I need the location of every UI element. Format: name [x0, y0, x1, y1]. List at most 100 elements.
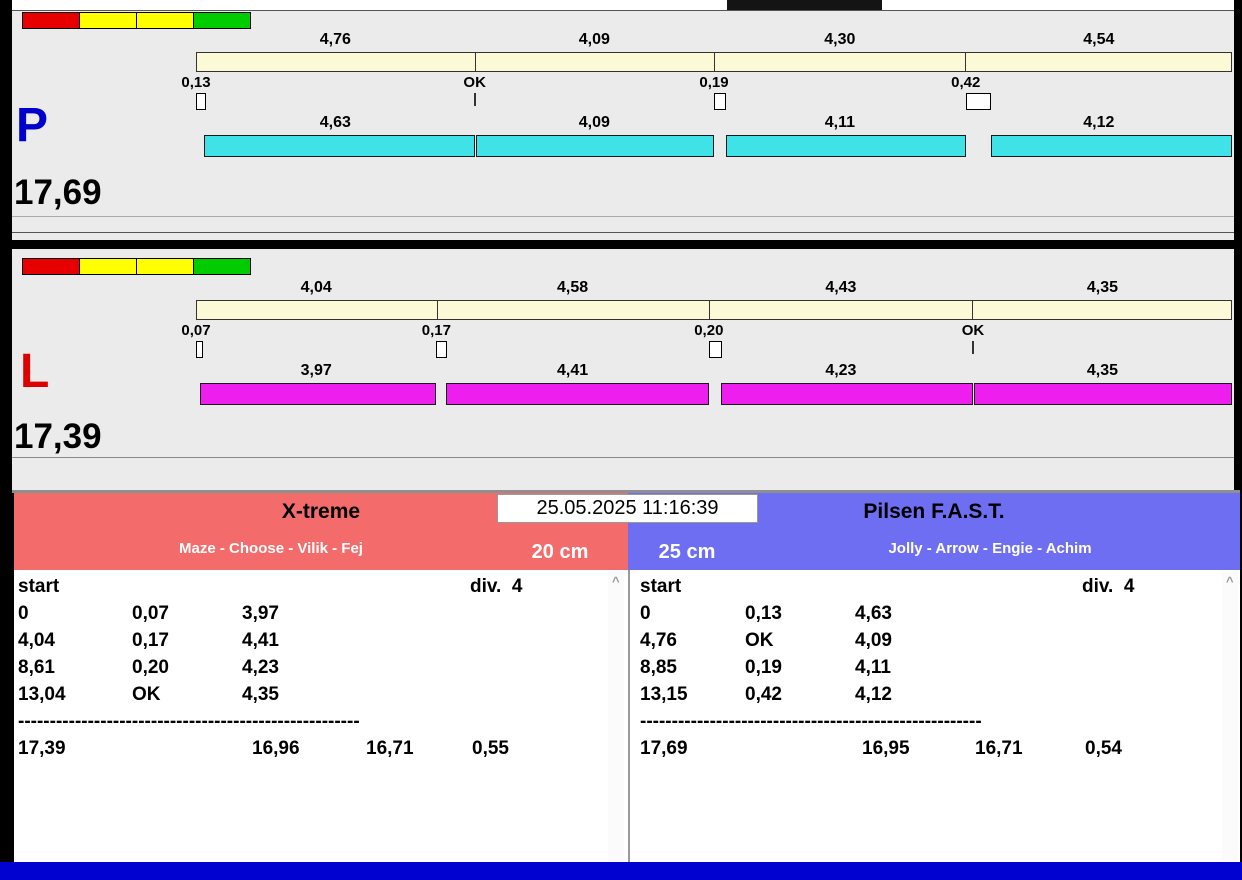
total-cell: 16,71 — [975, 738, 1023, 759]
total-cell: 17,69 — [640, 738, 688, 759]
datetime-display: 25.05.2025 11:16:39 — [497, 494, 758, 523]
div-label: div. 4 — [470, 576, 523, 597]
offset-label: OK — [463, 74, 486, 91]
run-bar-segment — [446, 383, 709, 405]
right-panel-scrollbar[interactable]: ^ — [1222, 571, 1238, 861]
start-label: start — [640, 576, 682, 597]
lane-bar-segment — [475, 53, 714, 71]
total-cell: 0,55 — [472, 738, 509, 759]
p-lane-values-row: 4,76 4,09 4,30 4,54 — [196, 31, 1232, 49]
lane-bar-segment — [972, 301, 1231, 319]
menu-bar-remnant — [12, 0, 1234, 10]
scroll-up-icon[interactable]: ^ — [1226, 574, 1234, 589]
result-cell: 3,97 — [242, 603, 279, 624]
total-cell: 17,39 — [18, 738, 66, 759]
run-value: 3,97 — [300, 362, 332, 379]
offset-label: 0,19 — [699, 74, 729, 91]
run-value: 4,63 — [319, 114, 351, 131]
status-indicator-yellow — [79, 258, 137, 275]
total-cell: 0,54 — [1085, 738, 1122, 759]
dashed-separator: ----------------------------------------… — [640, 711, 982, 732]
result-cell: 4,35 — [242, 684, 279, 705]
run-value: 4,23 — [825, 362, 857, 379]
run-value: 4,12 — [1083, 114, 1115, 131]
run-bar-segment — [720, 383, 973, 405]
p-lane-bar — [196, 52, 1232, 72]
left-panel-scrollbar[interactable]: ^ — [608, 571, 624, 861]
status-indicator-green — [193, 12, 251, 29]
lane-bar-segment — [965, 53, 1231, 71]
divider-line — [12, 216, 1234, 217]
offset-indicator-box — [196, 93, 206, 110]
result-cell: 0,13 — [745, 603, 782, 624]
result-cell: 0,17 — [132, 630, 169, 651]
offset-indicator-box — [436, 341, 448, 358]
l-run-values-row: 3,97 4,41 4,23 4,35 — [196, 362, 1232, 380]
offset-indicator-box — [196, 341, 203, 358]
lane-value: 4,30 — [824, 31, 856, 48]
offset-label: 0,17 — [421, 322, 451, 339]
status-indicator-red — [22, 12, 80, 29]
run-bar-segment — [200, 383, 437, 405]
run-value: 4,09 — [578, 114, 610, 131]
result-cell: 0,19 — [745, 657, 782, 678]
result-cell: 0,20 — [132, 657, 169, 678]
dashed-separator: ----------------------------------------… — [18, 711, 360, 732]
result-cell: 4,76 — [640, 630, 677, 651]
l-run-bars — [196, 383, 1232, 405]
start-label: start — [18, 576, 60, 597]
divider-line — [12, 232, 1234, 233]
run-value: 4,35 — [1086, 362, 1119, 379]
run-bar-segment — [990, 135, 1232, 157]
lane-value: 4,04 — [300, 279, 332, 296]
p-total-time: 17,69 — [14, 173, 102, 212]
p-run-values-row: 4,63 4,09 4,11 4,12 — [196, 114, 1232, 132]
status-indicator-red — [22, 258, 80, 275]
window-title-area — [727, 0, 882, 10]
lane-bar-segment — [708, 301, 973, 319]
run-bar-segment — [475, 135, 714, 157]
status-indicator-yellow — [136, 258, 194, 275]
result-cell: 0,07 — [132, 603, 169, 624]
result-cell: 8,85 — [640, 657, 677, 678]
offset-indicator-box — [714, 93, 726, 110]
status-indicator-green — [193, 258, 251, 275]
lane-value: 4,58 — [557, 279, 589, 296]
lane-bar-segment — [197, 301, 437, 319]
lane-bar-segment — [713, 53, 965, 71]
run-bar-segment — [204, 135, 475, 157]
lane-value: 4,43 — [825, 279, 857, 296]
total-cell: 16,95 — [862, 738, 910, 759]
lane-value: 4,76 — [319, 31, 351, 48]
result-cell: 13,04 — [18, 684, 66, 705]
lane-value: 4,09 — [578, 31, 610, 48]
result-cell: 4,04 — [18, 630, 55, 651]
result-cell: 0 — [640, 603, 651, 624]
result-cell: 4,11 — [855, 657, 891, 678]
offset-label: 0,42 — [951, 74, 981, 91]
left-results-panel: start div. 4 0 0,07 3,97 4,04 0,17 4,41 … — [14, 570, 628, 862]
status-indicator-yellow — [136, 12, 194, 29]
result-cell: 0,42 — [745, 684, 782, 705]
result-cell: 4,63 — [855, 603, 892, 624]
total-cell: 16,96 — [252, 738, 300, 759]
offset-label: 0,13 — [181, 74, 211, 91]
offset-label: OK — [961, 322, 985, 339]
div-label: div. 4 — [1082, 576, 1135, 597]
run-value: 4,11 — [824, 114, 855, 131]
result-cell: 4,23 — [242, 657, 279, 678]
l-total-time: 17,39 — [14, 417, 102, 456]
status-indicator-yellow — [79, 12, 137, 29]
left-distance-label: 20 cm — [531, 541, 589, 563]
result-cell: OK — [132, 684, 161, 705]
right-results-panel: start div. 4 0 0,13 4,63 4,76 OK 4,09 8,… — [630, 570, 1240, 862]
result-cell: 13,15 — [640, 684, 688, 705]
offset-label: 0,07 — [181, 322, 211, 339]
offset-indicator-box — [708, 341, 722, 358]
right-team-players: Jolly - Arrow - Engie - Achim — [888, 540, 1092, 557]
lane-bar-segment — [197, 53, 475, 71]
scroll-up-icon[interactable]: ^ — [612, 574, 620, 589]
p-run-bars — [196, 135, 1232, 157]
run-bar-segment — [973, 383, 1232, 405]
lane-value: 4,35 — [1086, 279, 1119, 296]
